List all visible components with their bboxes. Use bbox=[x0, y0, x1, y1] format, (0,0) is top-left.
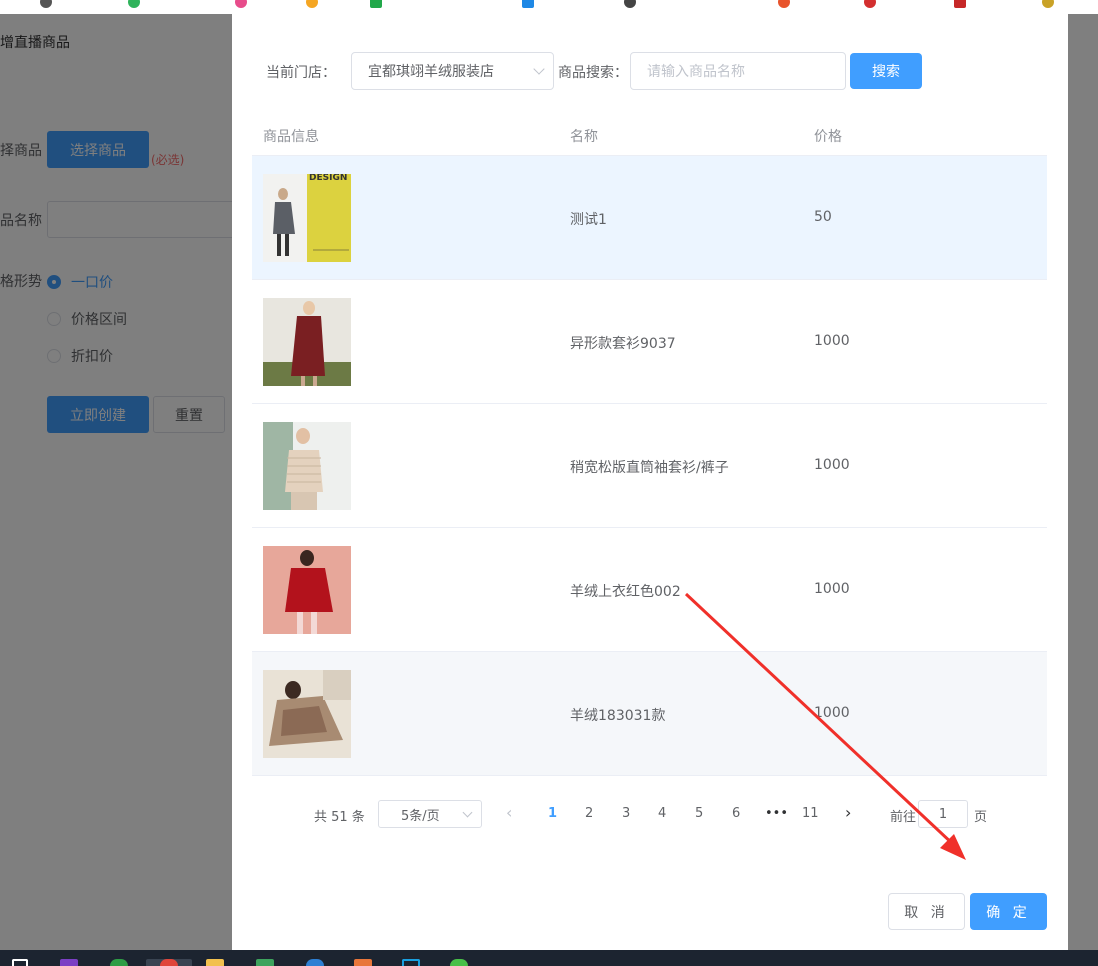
taskbar-app-icon[interactable] bbox=[60, 959, 78, 966]
bookmark-item[interactable] bbox=[235, 0, 247, 8]
product-table: 商品信息 名称 价格 DESIGN 测试1 50 异形款套衫9037 1000 … bbox=[252, 114, 1047, 776]
bookmark-item[interactable] bbox=[778, 0, 790, 8]
page-number[interactable]: 11 bbox=[802, 806, 819, 821]
search-input[interactable]: 请输入商品名称 bbox=[630, 52, 846, 90]
table-row[interactable]: 稍宽松版直筒袖套衫/裤子 1000 bbox=[252, 404, 1047, 528]
product-thumbnail: DESIGN bbox=[263, 174, 351, 262]
page-number[interactable]: 5 bbox=[695, 806, 703, 821]
product-thumbnail bbox=[263, 670, 351, 758]
prev-page-icon[interactable]: ‹ bbox=[506, 803, 512, 822]
bookmark-item[interactable] bbox=[522, 0, 534, 8]
bookmark-item[interactable] bbox=[370, 0, 382, 8]
page-size-value: 5条/页 bbox=[401, 808, 440, 824]
bookmarks-bar bbox=[0, 0, 1098, 14]
goto-label: 前往 bbox=[890, 810, 917, 825]
store-label: 当前门店： bbox=[266, 65, 336, 81]
taskbar-app-icon[interactable] bbox=[402, 959, 420, 966]
taskbar-app-icon[interactable] bbox=[110, 959, 128, 966]
cancel-button[interactable]: 取 消 bbox=[888, 893, 965, 930]
bookmark-item[interactable] bbox=[40, 0, 52, 8]
pagination-total: 共 51 条 bbox=[314, 810, 365, 825]
search-button[interactable]: 搜索 bbox=[850, 53, 922, 89]
page-number[interactable]: 4 bbox=[658, 806, 666, 821]
page-size-select[interactable]: 5条/页 bbox=[378, 800, 482, 828]
thumbnail-design-text: DESIGN bbox=[309, 174, 347, 183]
product-price: 1000 bbox=[814, 457, 850, 473]
table-row[interactable]: DESIGN 测试1 50 bbox=[252, 156, 1047, 280]
column-header-price: 价格 bbox=[814, 129, 842, 145]
page-number[interactable]: 3 bbox=[622, 806, 630, 821]
bookmark-item[interactable] bbox=[128, 0, 140, 8]
chevron-down-icon bbox=[462, 807, 473, 818]
product-price: 1000 bbox=[814, 581, 850, 597]
page-number[interactable]: 2 bbox=[585, 806, 593, 821]
product-name: 羊绒183031款 bbox=[570, 708, 666, 724]
product-thumbnail bbox=[263, 422, 351, 510]
product-price: 1000 bbox=[814, 333, 850, 349]
bookmark-item[interactable] bbox=[864, 0, 876, 8]
product-name: 稍宽松版直筒袖套衫/裤子 bbox=[570, 460, 729, 476]
page-number[interactable]: 6 bbox=[732, 806, 740, 821]
confirm-button[interactable]: 确 定 bbox=[970, 893, 1047, 930]
product-name: 羊绒上衣红色002 bbox=[570, 584, 681, 600]
product-price: 50 bbox=[814, 209, 832, 225]
taskbar-app-icon[interactable] bbox=[450, 959, 468, 966]
goto-suffix: 页 bbox=[974, 810, 988, 825]
table-row[interactable]: 异形款套衫9037 1000 bbox=[252, 280, 1047, 404]
next-page-icon[interactable]: › bbox=[845, 803, 851, 822]
store-select-value: 宜都琪翊羊绒服装店 bbox=[368, 64, 494, 80]
select-product-dialog: 当前门店： 宜都琪翊羊绒服装店 商品搜索： 请输入商品名称 搜索 商品信息 名称… bbox=[232, 14, 1068, 950]
search-label: 商品搜索： bbox=[558, 65, 628, 81]
column-header-info: 商品信息 bbox=[263, 129, 319, 145]
store-select[interactable]: 宜都琪翊羊绒服装店 bbox=[351, 52, 554, 90]
table-row[interactable]: 羊绒183031款 1000 bbox=[252, 652, 1047, 776]
taskbar bbox=[0, 950, 1098, 966]
bookmark-item[interactable] bbox=[306, 0, 318, 8]
taskbar-app-icon[interactable] bbox=[206, 959, 224, 966]
goto-page-input[interactable]: 1 bbox=[918, 800, 968, 828]
taskbar-app-icon[interactable] bbox=[306, 959, 324, 966]
bookmark-item[interactable] bbox=[1042, 0, 1054, 8]
product-thumbnail bbox=[263, 298, 351, 386]
product-name: 异形款套衫9037 bbox=[570, 336, 676, 352]
filter-bar: 当前门店： 宜都琪翊羊绒服装店 商品搜索： 请输入商品名称 搜索 bbox=[232, 52, 1068, 92]
product-name: 测试1 bbox=[570, 212, 607, 228]
windows-start-icon[interactable] bbox=[12, 959, 28, 966]
taskbar-app-icon[interactable] bbox=[160, 959, 178, 966]
chevron-down-icon bbox=[533, 63, 545, 75]
pagination: 共 51 条 5条/页 ‹ 1 2 3 4 5 6 ••• 11 › 前往 1 … bbox=[232, 800, 1068, 830]
bookmark-item[interactable] bbox=[624, 0, 636, 8]
product-thumbnail bbox=[263, 546, 351, 634]
search-placeholder: 请输入商品名称 bbox=[647, 64, 745, 80]
more-pages-icon[interactable]: ••• bbox=[765, 806, 788, 821]
page-number[interactable]: 1 bbox=[548, 806, 557, 821]
table-row[interactable]: 羊绒上衣红色002 1000 bbox=[252, 528, 1047, 652]
taskbar-app-icon[interactable] bbox=[354, 959, 372, 966]
table-header: 商品信息 名称 价格 bbox=[252, 114, 1047, 156]
bookmark-item[interactable] bbox=[954, 0, 966, 8]
product-price: 1000 bbox=[814, 705, 850, 721]
taskbar-app-icon[interactable] bbox=[256, 959, 274, 966]
column-header-name: 名称 bbox=[570, 129, 598, 145]
